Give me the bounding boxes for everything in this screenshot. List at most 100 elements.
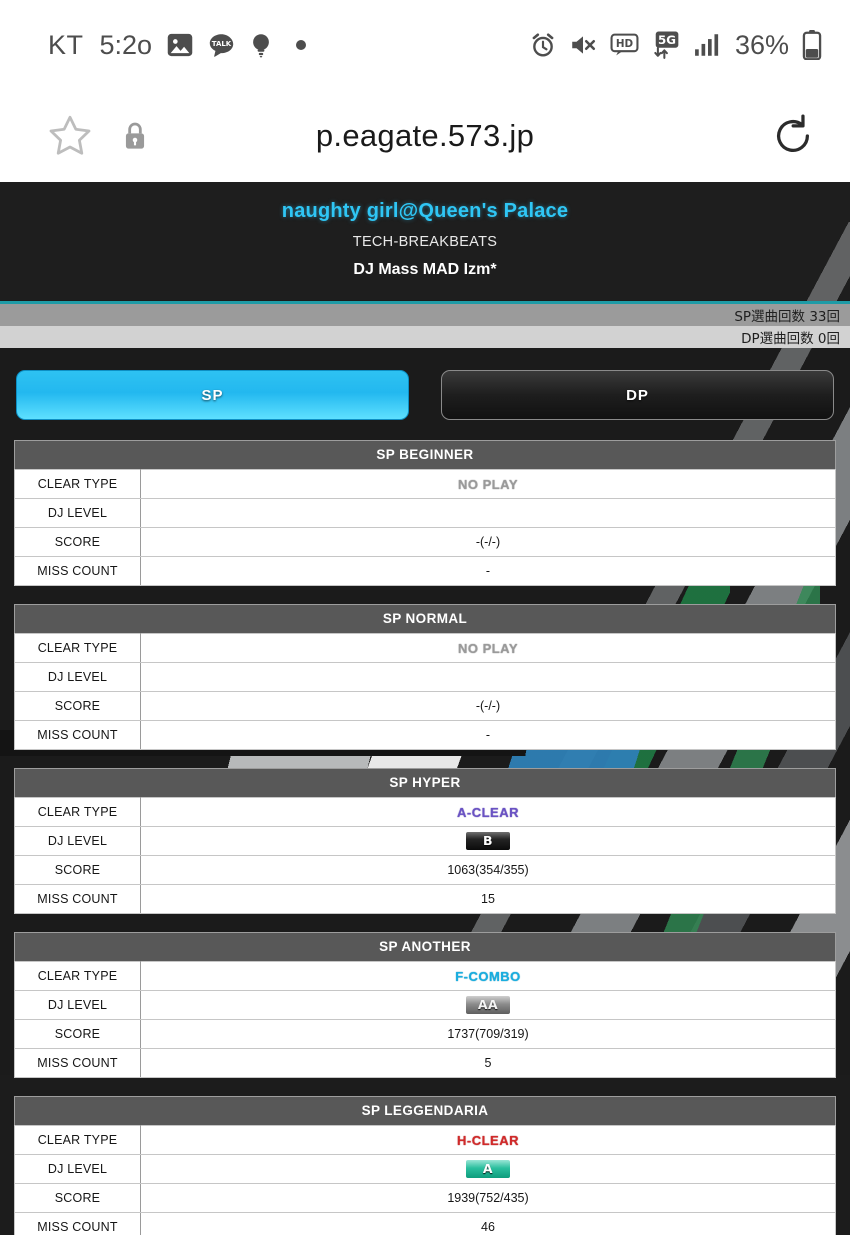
miss-count-value: 5 [140,1048,836,1078]
status-bar-left: KT 5:2o TALK [48,30,307,61]
score-value: 1063(354/355) [140,855,836,885]
score-label: SCORE [14,1183,141,1213]
dj-level-label: DJ LEVEL [14,1154,141,1184]
lock-icon[interactable] [122,120,148,152]
signal-icon [694,32,722,58]
clear-type-value: NO PLAY [140,469,836,499]
star-icon[interactable] [46,112,94,160]
miss-count-value: 15 [140,884,836,914]
dj-level-value: AA [140,990,836,1020]
score-value: 1939(752/435) [140,1183,836,1213]
dj-level-value: A [140,1154,836,1184]
miss-count-row: MISS COUNT 15 [14,884,836,914]
score-value: -(-/-) [140,691,836,721]
difficulty-name: SP NORMAL [14,604,836,634]
difficulty-header-row: SP ANOTHER [14,932,836,962]
miss-count-label: MISS COUNT [14,556,141,586]
dj-level-label: DJ LEVEL [14,990,141,1020]
clear-type-value: A-CLEAR [140,797,836,827]
score-label: SCORE [14,855,141,885]
play-count-panel: SP選曲回数 33回 DP選曲回数 0回 [0,301,850,348]
dj-level-row: DJ LEVEL B [14,826,836,856]
difficulty-tables: SP BEGINNER CLEAR TYPE NO PLAY DJ LEVEL … [0,420,850,1235]
miss-count-label: MISS COUNT [14,720,141,750]
difficulty-table: SP LEGGENDARIA CLEAR TYPE H-CLEAR DJ LEV… [14,1096,836,1235]
miss-count-row: MISS COUNT 46 [14,1212,836,1235]
dj-level-row: DJ LEVEL [14,662,836,692]
clear-type-row: CLEAR TYPE NO PLAY [14,633,836,663]
browser-toolbar: p.eagate.573.jp [0,90,850,182]
music-detail-page: naughty girl@Queen's Palace TECH-BREAKBE… [0,182,850,1235]
difficulty-name: SP ANOTHER [14,932,836,962]
clear-type-row: CLEAR TYPE NO PLAY [14,469,836,499]
dj-level-row: DJ LEVEL [14,498,836,528]
dj-level-label: DJ LEVEL [14,498,141,528]
clear-type-row: CLEAR TYPE F-COMBO [14,961,836,991]
clear-type-label: CLEAR TYPE [14,1125,141,1155]
alarm-icon [530,32,556,58]
difficulty-table: SP ANOTHER CLEAR TYPE F-COMBO DJ LEVEL A… [14,932,836,1078]
dot-icon [295,39,307,51]
song-header: naughty girl@Queen's Palace TECH-BREAKBE… [0,182,850,287]
difficulty-table: SP NORMAL CLEAR TYPE NO PLAY DJ LEVEL SC… [14,604,836,750]
miss-count-row: MISS COUNT - [14,556,836,586]
clear-type-value: H-CLEAR [140,1125,836,1155]
clear-type-row: CLEAR TYPE A-CLEAR [14,797,836,827]
song-artist: DJ Mass MAD Izm* [353,261,497,278]
dp-play-count: DP選曲回数 0回 [0,326,850,348]
mode-tab-bar: SP DP [0,348,850,420]
kakaotalk-icon: TALK [208,32,235,59]
battery-icon [802,30,822,61]
reload-icon[interactable] [770,113,816,159]
score-row: SCORE -(-/-) [14,527,836,557]
score-label: SCORE [14,1019,141,1049]
difficulty-name: SP BEGINNER [14,440,836,470]
photo-icon [166,31,194,59]
dj-level-label: DJ LEVEL [14,662,141,692]
dj-level-value [140,498,836,528]
dj-level-badge: A [466,1160,510,1178]
miss-count-label: MISS COUNT [14,1212,141,1235]
score-label: SCORE [14,691,141,721]
miss-count-value: 46 [140,1212,836,1235]
status-bar-right: HD 5G 36% [530,30,822,61]
miss-count-value: - [140,556,836,586]
song-genre: TECH-BREAKBEATS [352,234,498,250]
sp-play-count: SP選曲回数 33回 [0,304,850,326]
difficulty-name: SP LEGGENDARIA [14,1096,836,1126]
dj-level-row: DJ LEVEL A [14,1154,836,1184]
miss-count-label: MISS COUNT [14,884,141,914]
mute-icon [569,32,597,58]
difficulty-header-row: SP LEGGENDARIA [14,1096,836,1126]
clear-type-label: CLEAR TYPE [14,633,141,663]
score-row: SCORE 1737(709/319) [14,1019,836,1049]
clear-type-label: CLEAR TYPE [14,797,141,827]
score-row: SCORE 1939(752/435) [14,1183,836,1213]
battery-percent-label: 36% [734,29,789,60]
hd-icon: HD [610,32,639,58]
clear-type-value: NO PLAY [140,633,836,663]
difficulty-header-row: SP BEGINNER [14,440,836,470]
carrier-label: KT [48,29,84,60]
score-row: SCORE 1063(354/355) [14,855,836,885]
tab-sp[interactable]: SP [16,370,409,420]
status-bar: KT 5:2o TALK HD 5G 36% [0,0,850,90]
dj-level-badge: AA [466,996,510,1014]
dj-level-value [140,662,836,692]
dj-level-badge: B [466,832,510,850]
bulb-icon [249,32,273,59]
score-row: SCORE -(-/-) [14,691,836,721]
song-title: naughty girl@Queen's Palace [281,200,569,222]
difficulty-table: SP BEGINNER CLEAR TYPE NO PLAY DJ LEVEL … [14,440,836,586]
dj-level-row: DJ LEVEL AA [14,990,836,1020]
dj-level-value: B [140,826,836,856]
difficulty-header-row: SP NORMAL [14,604,836,634]
svg-text:5G: 5G [658,33,676,47]
svg-text:HD: HD [616,38,634,50]
miss-count-label: MISS COUNT [14,1048,141,1078]
clock-label: 5:2o [99,29,153,60]
tab-dp[interactable]: DP [441,370,834,420]
dj-level-label: DJ LEVEL [14,826,141,856]
difficulty-table: SP HYPER CLEAR TYPE A-CLEAR DJ LEVEL B S… [14,768,836,914]
score-value: -(-/-) [140,527,836,557]
